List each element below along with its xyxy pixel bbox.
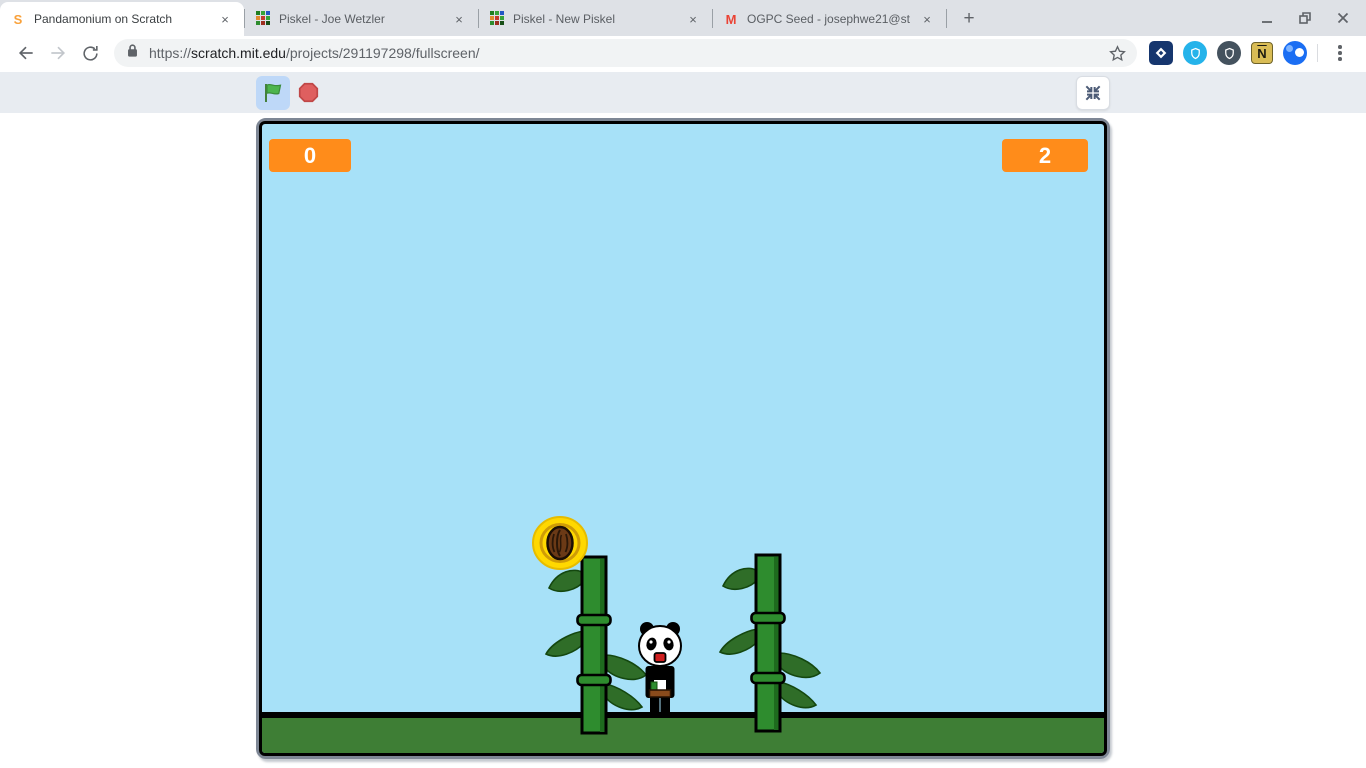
lock-icon bbox=[126, 43, 139, 63]
extension-shield-dark-icon[interactable] bbox=[1217, 41, 1241, 65]
close-tab-icon[interactable]: × bbox=[450, 10, 468, 28]
toolbar-separator bbox=[1317, 44, 1318, 62]
score-readout-left: 0 bbox=[269, 139, 351, 172]
address-bar: https://scratch.mit.edu/projects/2911972… bbox=[0, 36, 1366, 70]
new-tab-button[interactable]: + bbox=[955, 5, 983, 33]
minimize-button[interactable] bbox=[1260, 11, 1274, 25]
tab-title: Pandamonium on Scratch bbox=[34, 12, 208, 26]
close-window-button[interactable] bbox=[1336, 11, 1350, 25]
window-controls bbox=[1260, 0, 1366, 36]
url-text: https://scratch.mit.edu/projects/2911972… bbox=[149, 45, 480, 61]
player-control-bar bbox=[0, 72, 1366, 113]
coin-sprite bbox=[532, 516, 588, 570]
tab-separator bbox=[946, 9, 947, 28]
extension-diamond-icon[interactable] bbox=[1149, 41, 1173, 65]
green-flag-button[interactable] bbox=[256, 76, 290, 110]
ground-sprite bbox=[262, 712, 1104, 753]
scratch-page: 0 2 bbox=[0, 72, 1366, 768]
forward-icon bbox=[42, 37, 74, 69]
stage-canvas[interactable]: 0 2 bbox=[259, 121, 1107, 756]
tab-strip: S Pandamonium on Scratch × Piskel - Joe … bbox=[0, 0, 1366, 36]
back-icon[interactable] bbox=[10, 37, 42, 69]
piskel-favicon-icon bbox=[489, 11, 505, 27]
close-tab-icon[interactable]: × bbox=[216, 10, 234, 28]
extension-shield-cyan-icon[interactable] bbox=[1183, 41, 1207, 65]
piskel-favicon-icon bbox=[255, 11, 271, 27]
url-domain: scratch.mit.edu bbox=[191, 45, 286, 61]
stage: 0 2 bbox=[256, 118, 1110, 759]
browser-window: S Pandamonium on Scratch × Piskel - Joe … bbox=[0, 0, 1366, 768]
extension-blue-icon[interactable] bbox=[1283, 41, 1307, 65]
reload-icon[interactable] bbox=[74, 37, 106, 69]
tab-piskel-joe[interactable]: Piskel - Joe Wetzler × bbox=[245, 2, 478, 36]
collapse-icon bbox=[1086, 86, 1099, 99]
tab-piskel-new[interactable]: Piskel - New Piskel × bbox=[479, 2, 712, 36]
tab-title: Piskel - Joe Wetzler bbox=[279, 12, 442, 26]
stop-button[interactable] bbox=[295, 80, 321, 106]
tab-title: Piskel - New Piskel bbox=[513, 12, 676, 26]
tab-title: OGPC Seed - josephwe21@stpiu bbox=[747, 12, 910, 26]
close-tab-icon[interactable]: × bbox=[684, 10, 702, 28]
exit-fullscreen-button[interactable] bbox=[1076, 76, 1110, 110]
scratch-favicon-icon: S bbox=[10, 11, 26, 27]
gmail-favicon-icon: M bbox=[723, 11, 739, 27]
bamboo-sprite-right bbox=[718, 552, 825, 734]
tab-pandamonium[interactable]: S Pandamonium on Scratch × bbox=[0, 2, 244, 36]
tab-gmail[interactable]: M OGPC Seed - josephwe21@stpiu × bbox=[713, 2, 946, 36]
extensions-row: N bbox=[1145, 41, 1356, 65]
restore-button[interactable] bbox=[1298, 11, 1312, 25]
url-omnibox[interactable]: https://scratch.mit.edu/projects/2911972… bbox=[114, 39, 1137, 67]
chrome-menu-icon[interactable] bbox=[1328, 41, 1352, 65]
bamboo-sprite-left bbox=[544, 555, 651, 735]
close-tab-icon[interactable]: × bbox=[918, 10, 936, 28]
score-readout-right: 2 bbox=[1002, 139, 1088, 172]
bookmark-star-icon[interactable] bbox=[1108, 44, 1127, 63]
extension-noodletools-icon[interactable]: N bbox=[1251, 42, 1273, 64]
panda-sprite bbox=[637, 620, 683, 716]
